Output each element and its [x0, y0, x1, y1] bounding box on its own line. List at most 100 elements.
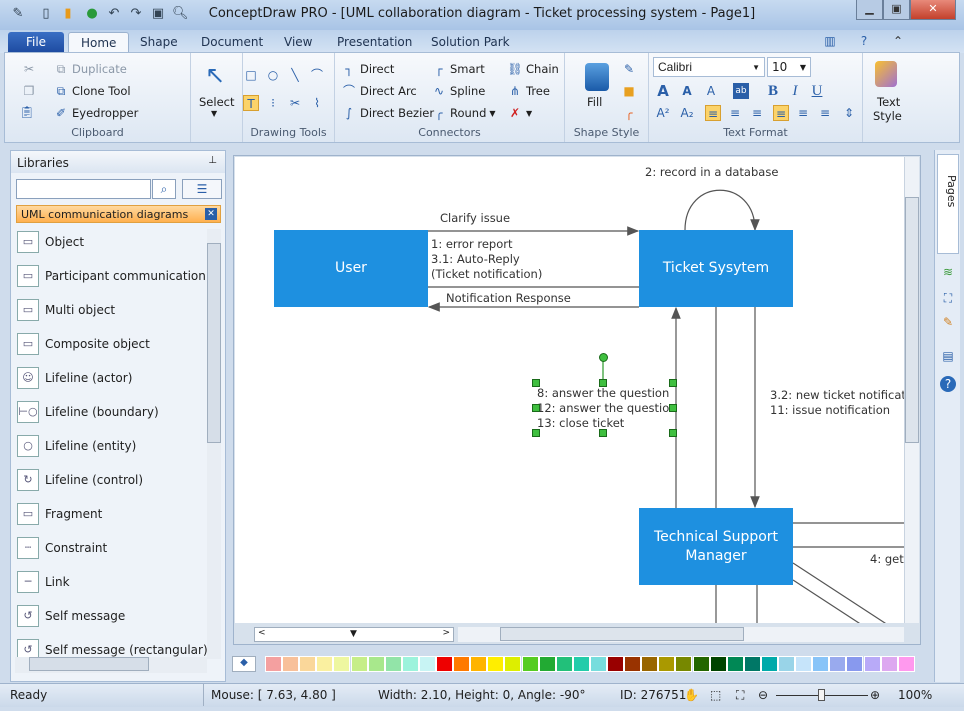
library-item[interactable]: ▭ Object [17, 227, 207, 257]
scroll-thumb[interactable] [500, 627, 744, 641]
selection-handle[interactable] [669, 404, 677, 412]
color-swatch[interactable] [624, 656, 642, 672]
tab-shape[interactable]: Shape [128, 32, 190, 53]
collapse-ribbon-icon[interactable]: ⌃ [890, 33, 906, 49]
color-swatch[interactable] [897, 656, 915, 672]
selection-handle[interactable] [532, 404, 540, 412]
color-swatch[interactable] [692, 656, 710, 672]
clarify-label[interactable]: Clarify issue [440, 211, 510, 226]
connector-chain[interactable]: ⛓ Chain [507, 61, 558, 77]
library-search-input[interactable] [16, 179, 151, 199]
line-icon[interactable]: ╲ [287, 67, 303, 83]
duplicate-button[interactable]: ⧉ Duplicate [53, 61, 127, 77]
color-swatch[interactable] [384, 656, 402, 672]
tab-presentation[interactable]: Presentation [325, 32, 424, 53]
font-size-select[interactable]: 10 ▼ [767, 57, 811, 77]
help-icon[interactable]: ? [856, 33, 872, 49]
library-vertical-scrollbar[interactable] [207, 229, 221, 659]
color-swatch[interactable] [555, 656, 573, 672]
fill-button[interactable]: Fill [587, 95, 602, 109]
scroll-thumb[interactable] [905, 197, 919, 443]
library-item[interactable]: ▭ Participant communication lin [17, 261, 207, 291]
chevron-down-icon[interactable]: ▼ [211, 109, 217, 118]
library-item[interactable]: ↻ Lifeline (control) [17, 465, 207, 495]
freehand-icon[interactable]: ⌇ [309, 95, 325, 111]
behaviour-icon[interactable]: ⛶ [940, 290, 956, 306]
line-style-icon[interactable]: ╭ [621, 105, 637, 121]
pages-tab[interactable]: Pages [937, 154, 959, 254]
selection-handle[interactable] [669, 379, 677, 387]
scroll-thumb[interactable] [207, 243, 221, 443]
paste-icon[interactable]: 📋︎ [19, 104, 35, 120]
library-view-icon[interactable]: ☰ [182, 179, 222, 199]
connector-direct[interactable]: ┐ Direct [341, 61, 394, 77]
hyperlink-icon[interactable]: ▤ [940, 348, 956, 364]
text-style-group[interactable]: Text Style [863, 53, 913, 142]
selection-handle[interactable] [669, 429, 677, 437]
subscript-icon[interactable]: A₂ [679, 105, 695, 121]
color-swatch[interactable] [572, 656, 590, 672]
font-family-select[interactable]: Calibri ▼ [653, 57, 765, 77]
color-swatch[interactable] [829, 656, 847, 672]
align-top-icon[interactable]: ≡ [773, 105, 789, 121]
get-label[interactable]: 4: get [870, 552, 904, 567]
connector-direct-arc[interactable]: ⌒ Direct Arc [341, 83, 417, 99]
color-swatch[interactable] [299, 656, 317, 672]
italic-button[interactable]: I [787, 83, 803, 99]
color-swatch[interactable] [350, 656, 368, 672]
user-messages-label[interactable]: 1: error report 3.1: Auto-Reply (Ticket … [431, 237, 542, 282]
selection-handle[interactable] [599, 429, 607, 437]
color-swatch[interactable] [436, 656, 453, 672]
shadow-icon[interactable]: ■ [621, 83, 637, 99]
color-swatch[interactable] [880, 656, 898, 672]
maximize-button[interactable]: ▣ [883, 0, 910, 20]
align-bottom-icon[interactable]: ≡ [817, 105, 833, 121]
rectangle-icon[interactable]: □ [243, 67, 259, 83]
color-swatch[interactable] [521, 656, 539, 672]
library-item[interactable]: ○ Lifeline (entity) [17, 431, 207, 461]
tab-document[interactable]: Document [189, 32, 275, 53]
connector-spline[interactable]: ∿ Spline [431, 83, 485, 99]
library-item[interactable]: ┄ Constraint [17, 533, 207, 563]
color-swatch[interactable] [743, 656, 761, 672]
library-item[interactable]: ↺ Self message [17, 601, 207, 631]
tab-solution-park[interactable]: Solution Park [419, 32, 522, 53]
line-color-icon[interactable]: ✎ [621, 61, 637, 77]
zoom-out-icon[interactable]: ⊖ [758, 688, 768, 702]
color-swatch[interactable] [641, 656, 659, 672]
text-tool-icon[interactable]: T [243, 95, 259, 111]
color-swatch[interactable] [282, 656, 300, 672]
selection-handle[interactable] [532, 429, 540, 437]
help-icon[interactable]: ? [940, 376, 956, 392]
color-swatch[interactable] [846, 656, 864, 672]
library-item[interactable]: ─ Link [17, 567, 207, 597]
diagram-page[interactable]: User Ticket Sysytem Technical Support Ma… [235, 157, 904, 623]
fit-page-icon[interactable]: ⛶ [736, 688, 744, 703]
color-swatch[interactable] [333, 656, 351, 672]
superscript-icon[interactable]: A² [655, 105, 671, 121]
cut-icon[interactable]: ✂ [21, 61, 37, 77]
tsm-object[interactable]: Technical Support Manager [639, 508, 793, 585]
library-item[interactable]: ⊢○ Lifeline (boundary) [17, 397, 207, 427]
color-swatch[interactable] [401, 656, 419, 672]
search-icon[interactable]: ⌕ [152, 179, 176, 199]
library-item[interactable]: ☺ Lifeline (actor) [17, 363, 207, 393]
underline-button[interactable]: U [809, 83, 825, 99]
close-library-icon[interactable]: ✕ [205, 208, 217, 220]
library-item[interactable]: ▭ Multi object [17, 295, 207, 325]
align-left-icon[interactable]: ≡ [705, 105, 721, 121]
color-swatch[interactable] [367, 656, 385, 672]
canvas-horizontal-scrollbar[interactable] [458, 627, 904, 642]
color-swatch[interactable] [538, 656, 556, 672]
chevron-down-icon[interactable]: ▼ [350, 629, 357, 639]
eyedropper-button[interactable]: ✐ Eyedropper [53, 105, 138, 121]
selected-text-label[interactable]: 8: answer the question 12: answer the qu… [537, 386, 677, 431]
color-swatch[interactable] [726, 656, 744, 672]
tsm-messages-label[interactable]: 3.2: new ticket notificati 11: issue not… [770, 388, 904, 418]
connector-direct-bezier[interactable]: ∫ Direct Bezier [341, 105, 434, 121]
color-swatch[interactable] [470, 656, 488, 672]
select-button[interactable]: Select [199, 95, 234, 109]
copy-icon[interactable]: ❐ [21, 83, 37, 99]
bold-button[interactable]: B [765, 83, 781, 99]
text-direction-icon[interactable]: ⇕ [841, 105, 857, 121]
